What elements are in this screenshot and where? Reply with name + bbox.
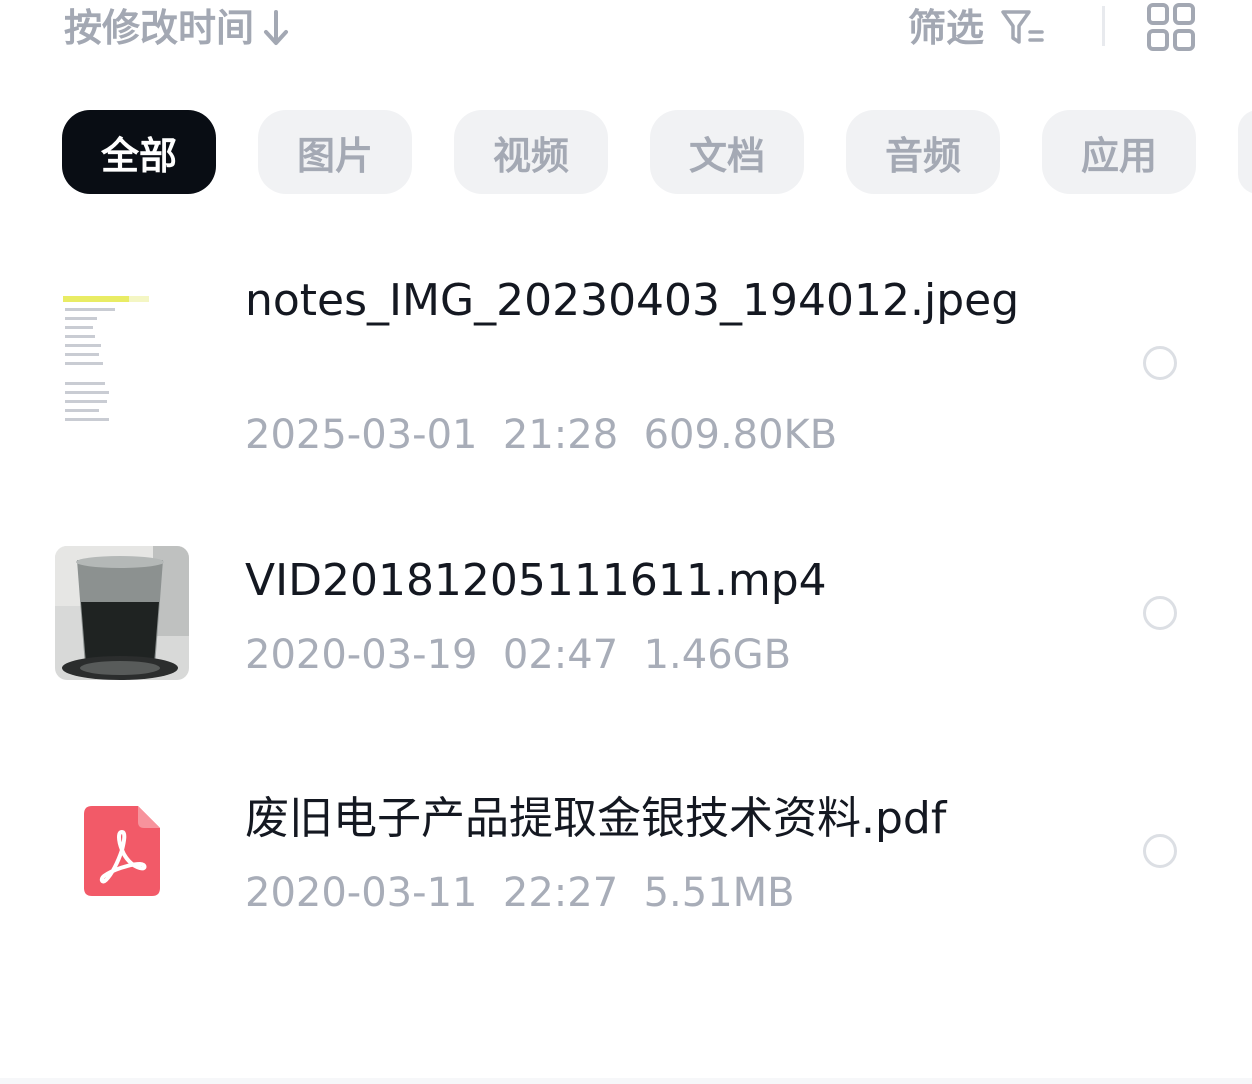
- image-thumbnail: [55, 290, 189, 424]
- file-item[interactable]: 废旧电子产品提取金银技术资料.pdf 2020-03-11 22:27 5.51…: [0, 790, 1252, 930]
- notes-image-preview: [55, 290, 189, 424]
- tab-apps[interactable]: 应用: [1042, 110, 1196, 194]
- tab-all[interactable]: 全部: [62, 110, 216, 194]
- file-meta: 2020-03-11 22:27 5.51MB: [245, 870, 795, 916]
- sort-button[interactable]: 按修改时间: [64, 4, 290, 52]
- tab-videos[interactable]: 视频: [454, 110, 608, 194]
- file-name: VID20181205111611.mp4: [245, 555, 827, 606]
- arrow-down-icon: [264, 10, 289, 45]
- category-tabs: 全部 图片 视频 文档 音频 应用: [62, 110, 1196, 194]
- select-radio[interactable]: [1143, 834, 1177, 868]
- select-radio[interactable]: [1143, 596, 1177, 630]
- filter-label: 筛选: [908, 6, 985, 50]
- toolbar: 按修改时间 筛选: [0, 0, 1252, 60]
- select-radio[interactable]: [1143, 346, 1177, 380]
- file-meta: 2020-03-19 02:47 1.46GB: [245, 632, 792, 678]
- file-name: 废旧电子产品提取金银技术资料.pdf: [245, 793, 947, 844]
- video-preview: [55, 546, 189, 680]
- tab-overflow-edge[interactable]: [1238, 110, 1252, 194]
- sort-label: 按修改时间: [64, 6, 255, 50]
- tab-audio[interactable]: 音频: [846, 110, 1000, 194]
- video-thumbnail: [55, 546, 189, 680]
- file-meta: 2025-03-01 21:28 609.80KB: [245, 412, 838, 458]
- file-item[interactable]: VID20181205111611.mp4 2020-03-19 02:47 1…: [0, 540, 1252, 690]
- filter-icon: [1001, 10, 1044, 44]
- pdf-icon: [84, 806, 160, 896]
- filter-button[interactable]: 筛选: [908, 4, 1044, 52]
- file-name: notes_IMG_20230403_194012.jpeg: [245, 275, 1020, 326]
- tab-images[interactable]: 图片: [258, 110, 412, 194]
- file-item[interactable]: notes_IMG_20230403_194012.jpeg 2025-03-0…: [0, 270, 1252, 470]
- tab-documents[interactable]: 文档: [650, 110, 804, 194]
- toolbar-divider: [1102, 6, 1105, 46]
- grid-view-icon[interactable]: [1146, 2, 1196, 52]
- bottom-edge: [0, 1078, 1252, 1084]
